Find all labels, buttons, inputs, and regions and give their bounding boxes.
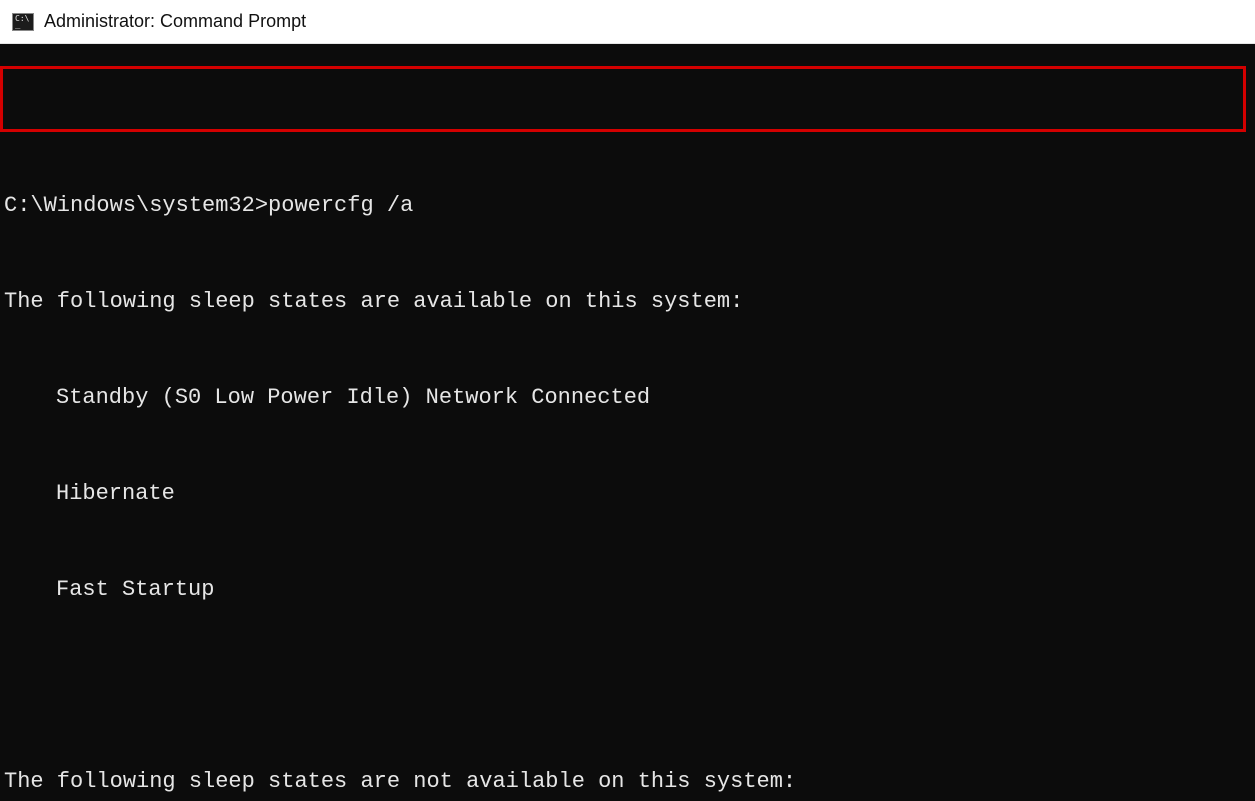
not-available-header: The following sleep states are not avail… — [4, 766, 1255, 798]
terminal[interactable]: C:\Windows\system32>powercfg /a The foll… — [0, 44, 1255, 801]
titlebar: Administrator: Command Prompt — [0, 0, 1255, 44]
available-hibernate: Hibernate — [4, 478, 175, 510]
window-title: Administrator: Command Prompt — [44, 11, 306, 32]
highlight-annotation — [0, 66, 1246, 132]
cmd-icon — [12, 13, 34, 31]
cmd-window: Administrator: Command Prompt C:\Windows… — [0, 0, 1255, 801]
prompt-text: C:\Windows\system32> — [4, 193, 268, 218]
available-fast-startup: Fast Startup — [4, 574, 214, 606]
available-s0: Standby (S0 Low Power Idle) Network Conn… — [4, 382, 650, 414]
command-text: powercfg /a — [268, 193, 413, 218]
available-header: The following sleep states are available… — [4, 286, 1255, 318]
prompt-line: C:\Windows\system32>powercfg /a — [4, 190, 1255, 222]
